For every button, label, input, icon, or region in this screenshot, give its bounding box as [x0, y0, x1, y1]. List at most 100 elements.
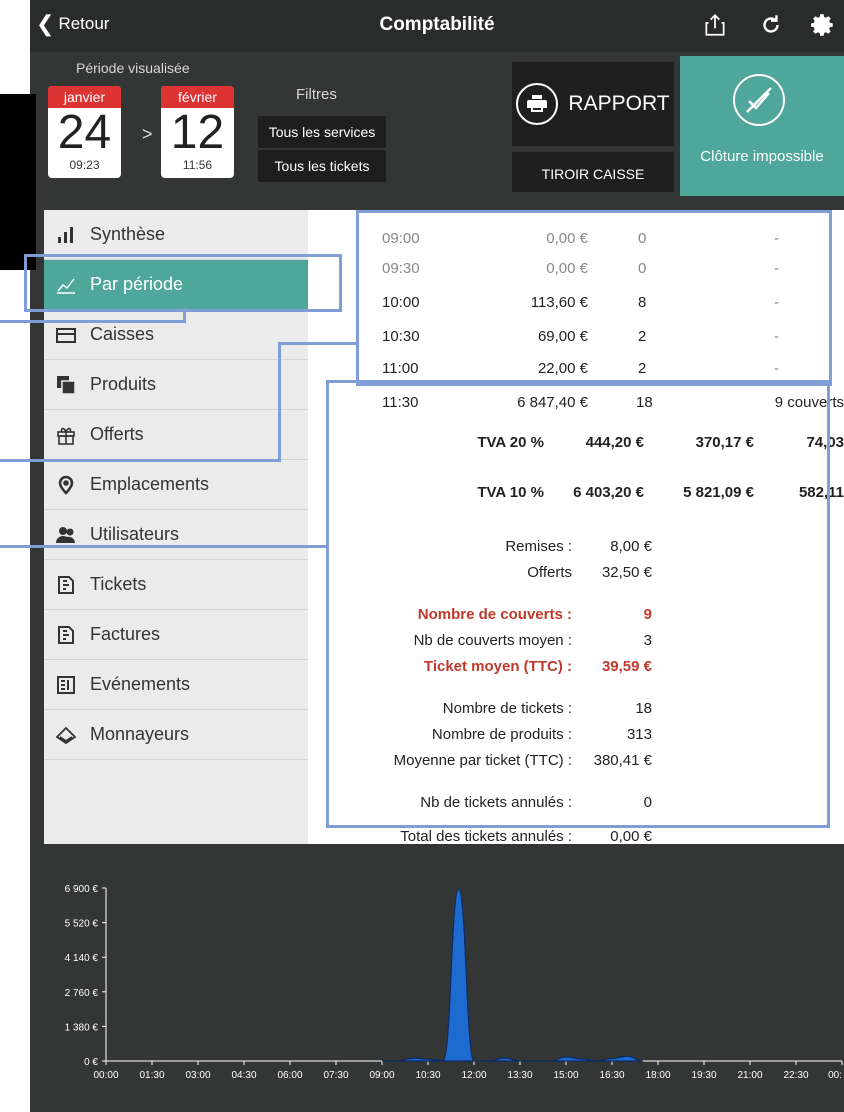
tva-ttc: 6 403,20 €	[573, 484, 644, 501]
summary-label: Nombre de produits :	[431, 726, 572, 743]
highlight-connector	[0, 320, 186, 323]
date-separator: >	[142, 124, 153, 144]
period-row: 10:30 69,00 € 2 -	[308, 328, 844, 352]
tiroir-caisse-button[interactable]: TIROIR CAISSE	[512, 152, 674, 192]
x-tick-label: 07:30	[323, 1070, 348, 1081]
start-date-calendar[interactable]: janvier 24 09:23	[48, 86, 121, 178]
period-amount: 22,00 €	[537, 360, 588, 377]
filter-services-button[interactable]: Tous les services	[258, 116, 386, 148]
x-tick-label: 04:30	[231, 1070, 256, 1081]
sidebar-item-label: Evénements	[90, 674, 191, 694]
cash-register-icon	[56, 325, 76, 345]
period-time: 09:30	[382, 260, 420, 277]
sidebar-item-monnayeurs[interactable]: Monnayeurs	[44, 710, 308, 760]
products-icon	[56, 375, 76, 395]
period-row: 10:00 113,60 € 8 -	[308, 294, 844, 318]
summary-label: Remises :	[505, 538, 572, 555]
line-chart-icon	[56, 275, 76, 295]
summary-value: 380,41 €	[593, 752, 652, 769]
summary-label: Moyenne par ticket (TTC) :	[393, 752, 572, 769]
sidebar-item-utilisateurs[interactable]: Utilisateurs	[44, 510, 308, 560]
sidebar-item-emplacements[interactable]: Emplacements	[44, 460, 308, 510]
sidebar-item-factures[interactable]: Factures	[44, 610, 308, 660]
summary-row: Nb de couverts moyen : 3	[308, 632, 844, 656]
sidebar-item-produits[interactable]: Produits	[44, 360, 308, 410]
coin-changer-icon	[56, 725, 76, 745]
app-window: ❮ Retour Comptabilité Période visualisée…	[30, 0, 844, 1112]
sidebar-item-label: Synthèse	[90, 224, 166, 244]
period-time: 11:00	[382, 360, 419, 377]
sidebar-item-label: Factures	[90, 624, 161, 644]
sidebar-item-caisses[interactable]: Caisses	[44, 310, 308, 360]
x-tick-label: 00:00	[93, 1070, 118, 1081]
x-tick-label: 03:00	[185, 1070, 210, 1081]
summary-row: Nombre de couverts : 9	[308, 606, 844, 630]
tva-amount: 74,03	[806, 434, 844, 451]
users-icon	[56, 525, 76, 545]
period-row: 11:00 22,00 € 2 -	[308, 360, 844, 384]
summary-row: Nb de tickets annulés : 0	[308, 794, 844, 818]
summary-value: 0,00 €	[610, 828, 652, 844]
end-month: février	[161, 86, 234, 108]
sidebar-item-synthese[interactable]: Synthèse	[44, 210, 308, 260]
revenue-chart-svg: 6 900 € 5 520 € 4 140 € 2 760 € 1 380 € 0 € 00…	[65, 884, 843, 1081]
x-tick-label: 19:30	[691, 1070, 716, 1081]
share-icon[interactable]	[702, 12, 728, 38]
highlight-connector	[278, 342, 358, 345]
summary-value: 9	[643, 606, 652, 623]
revenue-area-series	[382, 888, 643, 1062]
cloture-button[interactable]: Clôture impossible	[680, 56, 844, 196]
filter-tickets-button[interactable]: Tous les tickets	[258, 150, 386, 182]
sidebar-item-par-periode[interactable]: Par période	[44, 260, 308, 310]
summary-value: 8,00 €	[610, 538, 652, 555]
summary-value: 32,50 €	[601, 564, 652, 581]
summary-label: Nombre de tickets :	[442, 700, 572, 717]
period-amount: 69,00 €	[537, 328, 588, 345]
x-tick-label: 21:00	[737, 1070, 762, 1081]
events-icon	[56, 675, 76, 695]
tva-ht: 370,17 €	[695, 434, 754, 451]
period-covers: -	[774, 260, 779, 277]
end-day: 12	[170, 106, 225, 159]
x-tick-label: 22:30	[783, 1070, 808, 1081]
period-covers: 9 couverts	[774, 394, 844, 411]
location-pin-icon	[56, 475, 76, 495]
period-time: 11:30	[382, 394, 419, 411]
period-content: 09:00 0,00 € 0 - 09:30 0,00 € 0 - 10:00 …	[308, 210, 844, 844]
sidebar: Synthèse Par période Caisses Produits Of…	[44, 210, 308, 844]
cloture-label: Clôture impossible	[700, 148, 824, 165]
sidebar-item-evenements[interactable]: Evénements	[44, 660, 308, 710]
tva-label: TVA 10 %	[477, 484, 544, 501]
tva-ht: 5 821,09 €	[683, 484, 754, 501]
gear-icon[interactable]	[810, 12, 836, 38]
period-amount: 6 847,40 €	[517, 394, 588, 411]
y-tick-label: 0 €	[84, 1057, 98, 1068]
sidebar-item-label: Caisses	[90, 324, 155, 344]
rapport-button[interactable]: RAPPORT	[512, 62, 674, 146]
sidebar-item-label: Monnayeurs	[90, 724, 190, 744]
period-row: 11:30 6 847,40 € 18 9 couverts	[308, 394, 844, 418]
overlay-black-block	[0, 94, 36, 270]
period-amount: 0,00 €	[546, 230, 588, 247]
period-amount: 113,60 €	[530, 294, 588, 311]
highlight-connector	[0, 459, 281, 462]
highlight-connector	[278, 342, 281, 462]
period-count: 0	[638, 230, 647, 247]
highlight-connector	[183, 308, 186, 323]
summary-row: Nombre de produits : 313	[308, 726, 844, 750]
period-time: 10:00	[382, 294, 420, 311]
sidebar-item-offerts[interactable]: Offerts	[44, 410, 308, 460]
period-count: 0	[638, 260, 647, 277]
x-tick-label: 15:00	[553, 1070, 578, 1081]
period-row: 09:30 0,00 € 0 -	[308, 260, 844, 284]
period-covers: -	[774, 328, 779, 345]
period-time: 09:00	[382, 230, 420, 247]
filtres-label: Filtres	[296, 86, 337, 103]
sidebar-item-tickets[interactable]: Tickets	[44, 560, 308, 610]
period-row: 09:00 0,00 € 0 -	[308, 230, 844, 254]
ticket-icon	[56, 575, 76, 595]
summary-row: Remises : 8,00 €	[308, 538, 844, 562]
end-date-calendar[interactable]: février 12 11:56	[161, 86, 234, 178]
x-tick-label: 10:30	[415, 1070, 440, 1081]
refresh-icon[interactable]	[758, 12, 784, 38]
